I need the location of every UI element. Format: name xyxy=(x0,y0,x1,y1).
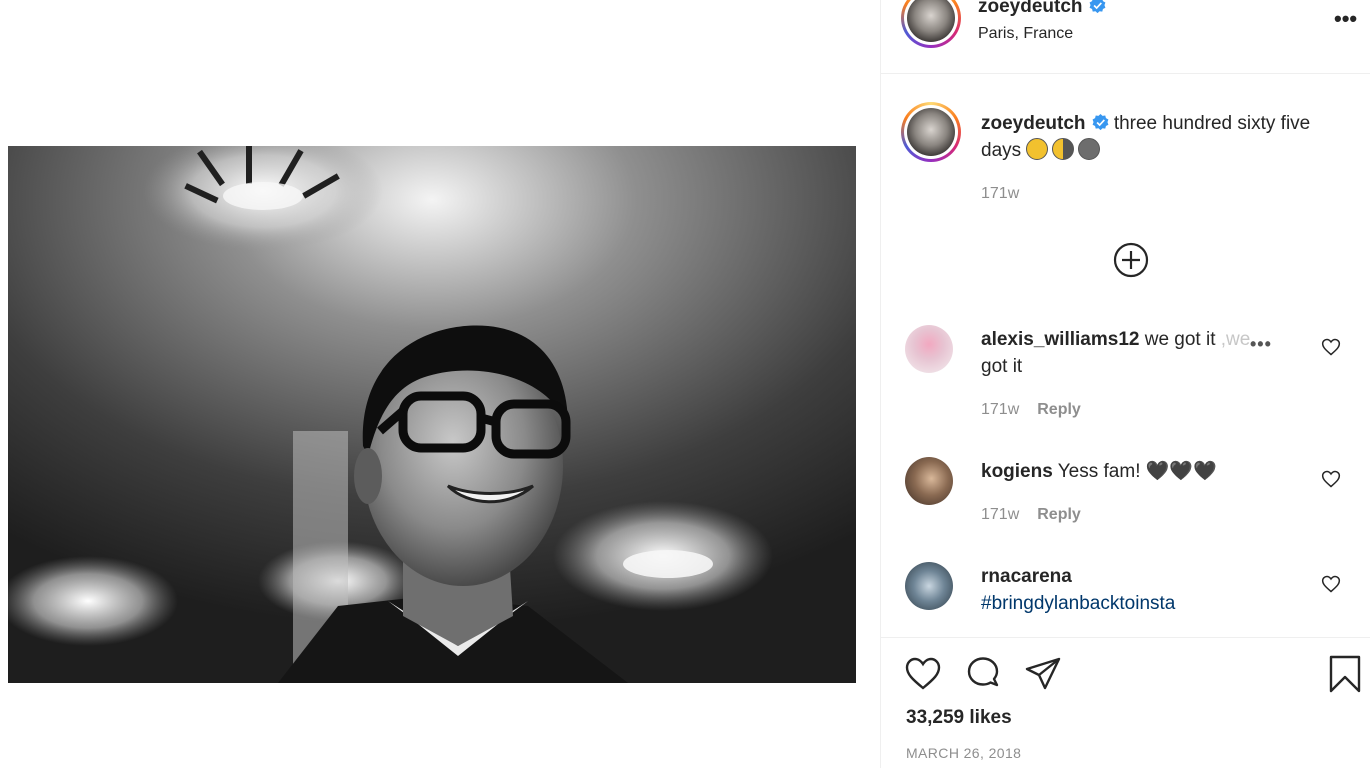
comment-options-button[interactable]: ••• xyxy=(1250,334,1272,355)
comment-body: kogiens Yess fam! 🖤🖤🖤 xyxy=(981,458,1271,485)
comment-body: rnacarena #bringdylanbacktoinsta xyxy=(981,563,1271,617)
comment-like-heart-icon[interactable] xyxy=(1321,469,1341,489)
comment-age: 171w xyxy=(981,401,1020,418)
share-paper-plane-icon[interactable] xyxy=(1024,655,1062,693)
likes-count[interactable]: 33,259 likes xyxy=(906,707,1012,729)
comment-text-cont: got it xyxy=(981,356,1023,377)
post-date: MARCH 26, 2018 xyxy=(906,745,1022,761)
comment-text-faded: ,we xyxy=(1220,329,1251,350)
comment-meta: 171w Reply xyxy=(981,506,1081,524)
header-divider xyxy=(881,73,1370,74)
caption-age: 171w xyxy=(981,185,1020,202)
comment-text: Yess fam! 🖤🖤🖤 xyxy=(1057,461,1217,482)
full-moon-emoji xyxy=(1026,138,1049,160)
comment-meta: 171w Reply xyxy=(981,401,1081,419)
post-photo[interactable] xyxy=(8,146,856,683)
photo-illustration xyxy=(8,146,856,683)
comment-text: we got it xyxy=(1144,329,1216,350)
caption: zoeydeutch three hundred sixty five days xyxy=(981,110,1351,164)
new-moon-emoji xyxy=(1078,138,1101,160)
reply-button[interactable]: Reply xyxy=(1037,401,1081,418)
post-media-area xyxy=(0,0,880,768)
more-options-button[interactable]: ••• xyxy=(1334,6,1357,32)
comment-username[interactable]: alexis_williams12 xyxy=(981,329,1139,350)
post-details-panel: zoeydeutch Paris, France ••• zoeydeutch … xyxy=(880,0,1370,768)
verified-badge-icon xyxy=(1092,114,1108,131)
commenter-avatar[interactable] xyxy=(905,457,953,505)
verified-badge-icon xyxy=(1089,0,1105,14)
caption-username[interactable]: zoeydeutch xyxy=(981,113,1086,134)
comment-username[interactable]: kogiens xyxy=(981,461,1053,482)
comment-username[interactable]: rnacarena xyxy=(981,566,1072,587)
author-avatar[interactable] xyxy=(901,0,961,48)
half-moon-emoji xyxy=(1052,138,1075,160)
reply-button[interactable]: Reply xyxy=(1037,506,1081,523)
load-more-comments-icon[interactable] xyxy=(1112,241,1150,279)
actions-divider xyxy=(881,637,1370,638)
commenter-avatar[interactable] xyxy=(905,562,953,610)
header-username-text[interactable]: zoeydeutch xyxy=(978,0,1083,17)
commenter-avatar[interactable] xyxy=(905,325,953,373)
comment-like-heart-icon[interactable] xyxy=(1321,337,1341,357)
header-username[interactable]: zoeydeutch xyxy=(978,0,1106,18)
caption-avatar[interactable] xyxy=(901,102,961,162)
comment-age: 171w xyxy=(981,506,1020,523)
like-heart-icon[interactable] xyxy=(904,655,942,693)
location-link[interactable]: Paris, France xyxy=(978,25,1073,43)
save-bookmark-icon[interactable] xyxy=(1326,655,1364,693)
comment-bubble-icon[interactable] xyxy=(964,655,1002,693)
comment-like-heart-icon[interactable] xyxy=(1321,574,1341,594)
hashtag-link[interactable]: #bringdylanbacktoinsta xyxy=(981,593,1175,614)
comment-body: alexis_williams12 we got it ,we got it xyxy=(981,326,1271,380)
